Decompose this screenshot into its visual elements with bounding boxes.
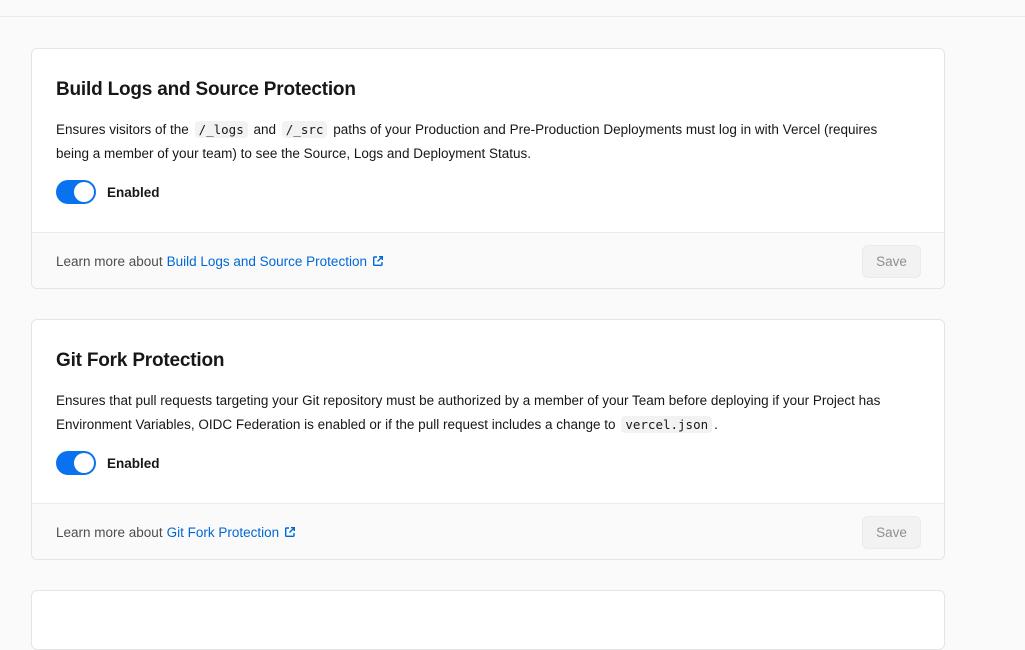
top-bar	[0, 0, 1025, 17]
card-description: Ensures visitors of the /_logs and /_src…	[56, 118, 886, 166]
learn-more: Learn more about Git Fork Protection	[56, 525, 296, 540]
toggle-row: Enabled	[56, 180, 920, 204]
learn-more-prefix: Learn more about	[56, 253, 163, 269]
card-body: Build Logs and Source Protection Ensures…	[32, 49, 944, 232]
card-footer: Learn more about Build Logs and Source P…	[32, 232, 944, 288]
save-button[interactable]: Save	[862, 515, 921, 549]
src-path-code: /_src	[281, 121, 328, 138]
save-button[interactable]: Save	[862, 244, 921, 278]
build-logs-protection-card: Build Logs and Source Protection Ensures…	[31, 48, 945, 289]
external-link-icon[interactable]	[284, 526, 296, 538]
card-footer: Learn more about Git Fork Protection Sav…	[32, 503, 944, 559]
card-description: Ensures that pull requests targeting you…	[56, 389, 886, 437]
desc-text: and	[253, 122, 277, 137]
toggle-row: Enabled	[56, 451, 920, 475]
desc-text: Ensures visitors of the	[56, 122, 189, 137]
card-title: Build Logs and Source Protection	[56, 79, 356, 100]
next-settings-card	[31, 590, 945, 650]
git-fork-protection-card: Git Fork Protection Ensures that pull re…	[31, 319, 945, 560]
toggle-label: Enabled	[107, 455, 160, 471]
toggle-knob	[74, 453, 94, 473]
logs-path-code: /_logs	[194, 121, 248, 138]
learn-more: Learn more about Build Logs and Source P…	[56, 254, 384, 269]
toggle-knob	[74, 182, 94, 202]
desc-text: .	[714, 417, 718, 432]
card-title: Git Fork Protection	[56, 350, 225, 371]
build-logs-protection-toggle[interactable]	[56, 180, 96, 204]
desc-text: Ensures that pull requests targeting you…	[56, 393, 881, 432]
learn-more-prefix: Learn more about	[56, 524, 163, 540]
card-body: Git Fork Protection Ensures that pull re…	[32, 320, 944, 503]
vercel-json-code: vercel.json	[621, 416, 713, 433]
learn-more-link[interactable]: Build Logs and Source Protection	[167, 254, 367, 269]
git-fork-protection-toggle[interactable]	[56, 451, 96, 475]
external-link-icon[interactable]	[372, 255, 384, 267]
learn-more-link[interactable]: Git Fork Protection	[167, 525, 280, 540]
toggle-label: Enabled	[107, 184, 160, 200]
